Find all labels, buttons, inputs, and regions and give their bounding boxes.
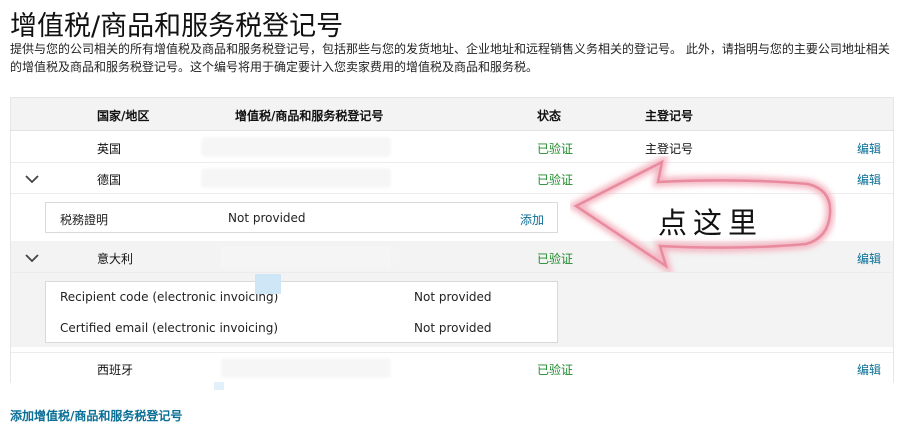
tax-certificate-value: Not provided (228, 211, 306, 225)
header-status: 状态 (537, 109, 562, 123)
edit-link-uk[interactable]: 编辑 (857, 140, 881, 157)
page-description: 提供与您的公司相关的所有增值税及商品和服务税登记号，包括那些与您的发货地址、企业… (10, 42, 890, 74)
recipient-code-label: Recipient code (electronic invoicing) (60, 290, 279, 304)
table-row: 西班牙 已验证 编辑 (11, 352, 893, 383)
redacted-vat-number (221, 358, 391, 378)
header-primary: 主登记号 (645, 109, 694, 123)
page-title: 增值税/商品和服务税登记号 (10, 11, 344, 42)
redaction-artifact (255, 274, 281, 294)
italy-detail: Recipient code (electronic invoicing) No… (11, 273, 893, 347)
recipient-code-value: Not provided (414, 290, 492, 304)
edit-link-de[interactable]: 编辑 (857, 171, 881, 188)
chevron-down-icon[interactable] (25, 169, 39, 188)
add-vat-number-link[interactable]: 添加增值税/商品和服务税登记号 (10, 407, 182, 424)
edit-link-it[interactable]: 编辑 (857, 250, 881, 267)
country-es: 西班牙 (97, 363, 134, 377)
header-country: 国家/地区 (97, 109, 150, 123)
redacted-vat-number (201, 168, 391, 188)
redaction-artifact (214, 382, 224, 390)
status-badge: 已验证 (537, 252, 574, 266)
status-badge: 已验证 (537, 363, 574, 377)
add-tax-certificate-link[interactable]: 添加 (520, 211, 544, 228)
status-badge: 已验证 (537, 142, 574, 156)
country-it: 意大利 (97, 252, 134, 266)
primary-label: 主登记号 (645, 142, 694, 156)
certified-email-label: Certified email (electronic invoicing) (60, 321, 279, 335)
certified-email-value: Not provided (414, 321, 492, 335)
click-here-annotation: 点这里 (658, 206, 764, 240)
status-badge: 已验证 (537, 173, 574, 187)
tax-certificate-box: 税務證明 Not provided 添加 (45, 202, 558, 233)
country-de: 德国 (97, 173, 122, 187)
country-uk: 英国 (97, 142, 122, 156)
redacted-vat-number (201, 137, 391, 157)
e-invoicing-box: Recipient code (electronic invoicing) No… (45, 281, 558, 343)
redacted-vat-number (221, 246, 391, 268)
header-vat-number: 增值税/商品和服务税登记号 (235, 109, 384, 123)
edit-link-es[interactable]: 编辑 (857, 361, 881, 378)
tax-certificate-label: 税務證明 (60, 213, 109, 227)
chevron-down-icon[interactable] (25, 248, 39, 267)
table-header: 国家/地区 增值税/商品和服务税登记号 状态 主登记号 (11, 98, 893, 131)
